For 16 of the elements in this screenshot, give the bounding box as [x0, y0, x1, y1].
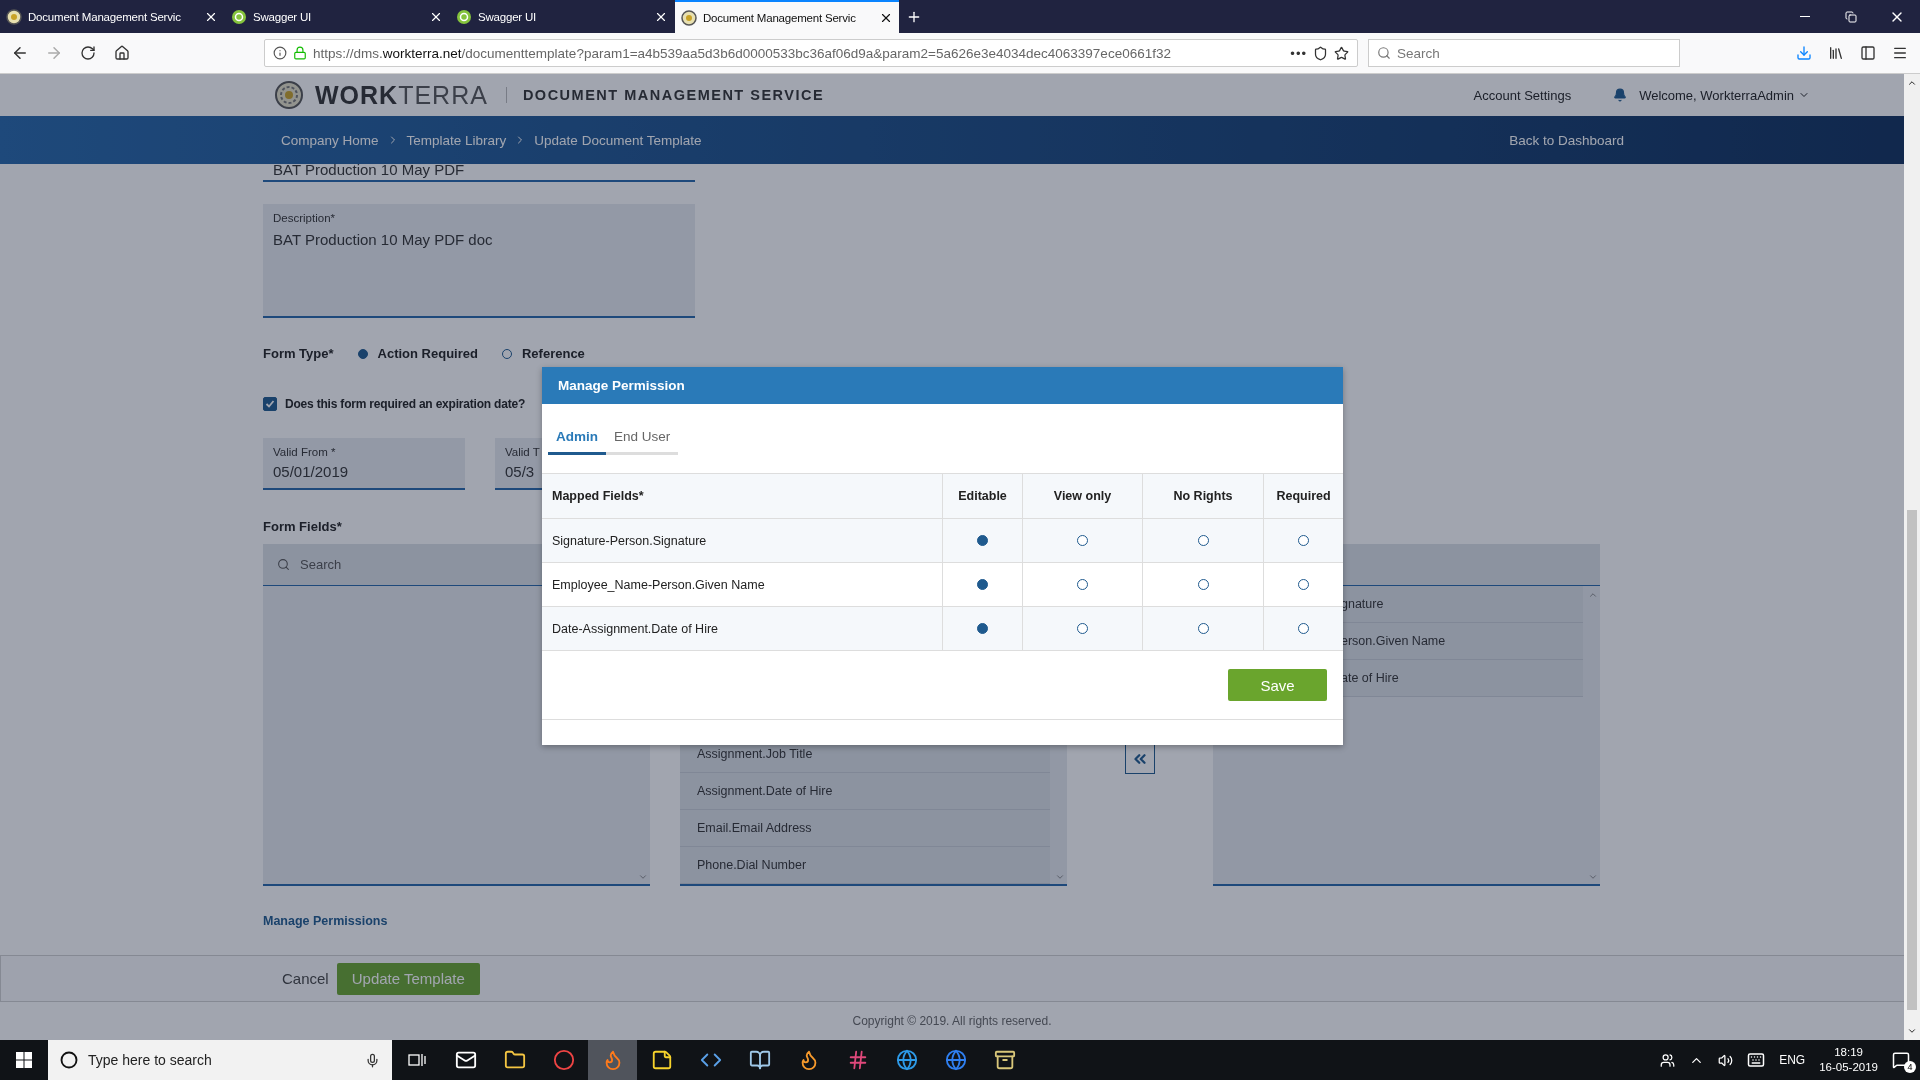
form-type-label: Form Type*	[263, 346, 334, 361]
form-fields-label: Form Fields*	[263, 519, 342, 534]
notification-count: 4	[1904, 1061, 1916, 1073]
table-cell: Date-Assignment.Date of Hire	[542, 607, 942, 651]
expiration-label: Does this form required an expiration date?	[285, 397, 526, 411]
column-header: Editable	[942, 474, 1022, 519]
service-title: DOCUMENT MANAGEMENT SERVICE	[505, 87, 825, 103]
table-cell: Employee_Name-Person.Given Name	[542, 563, 942, 607]
copyright-text: Copyright © 2019. All rights reserved.	[852, 1014, 1052, 1028]
brand-name: WORKTERRA	[315, 80, 488, 110]
column-header: No Rights	[1142, 474, 1263, 519]
column-header: Required	[1263, 474, 1343, 519]
column-header: Mapped Fields*	[542, 474, 942, 519]
column-header: View only	[1022, 474, 1142, 519]
dialog-title: Manage Permission	[558, 378, 685, 393]
table-cell: Signature-Person.Signature	[542, 519, 942, 563]
